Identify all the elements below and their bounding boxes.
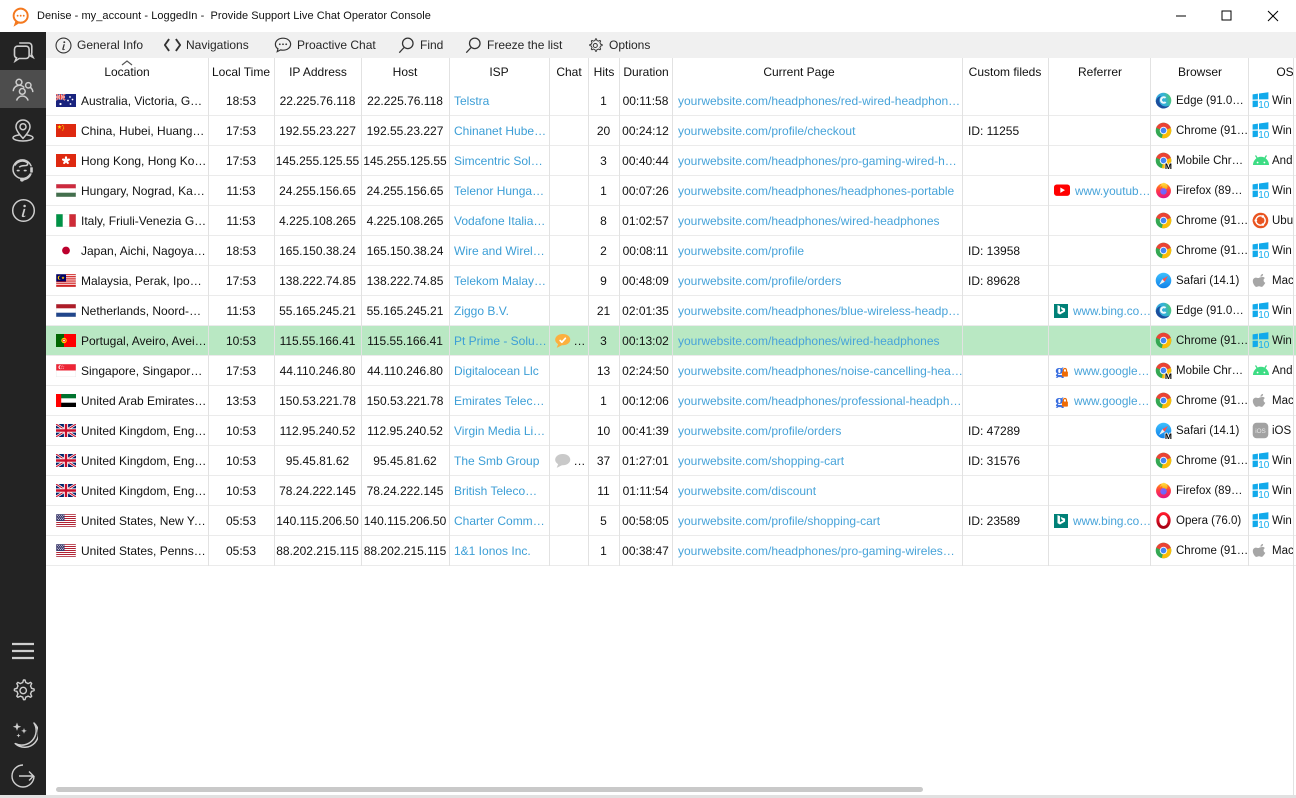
svg-text:10: 10 [1258, 520, 1269, 529]
svg-text:10: 10 [1258, 310, 1269, 319]
svg-text:10: 10 [1258, 190, 1269, 199]
svg-text:M: M [1165, 162, 1172, 169]
svg-text:10: 10 [1258, 130, 1269, 139]
svg-text:M: M [1165, 372, 1172, 379]
svg-text:10: 10 [1258, 100, 1269, 109]
svg-text:10: 10 [1258, 490, 1269, 499]
svg-text:10: 10 [1258, 460, 1269, 469]
svg-text:iOS: iOS [1255, 428, 1266, 435]
svg-text:10: 10 [1258, 340, 1269, 349]
svg-text:10: 10 [1258, 250, 1269, 259]
svg-text:M: M [1165, 432, 1172, 439]
